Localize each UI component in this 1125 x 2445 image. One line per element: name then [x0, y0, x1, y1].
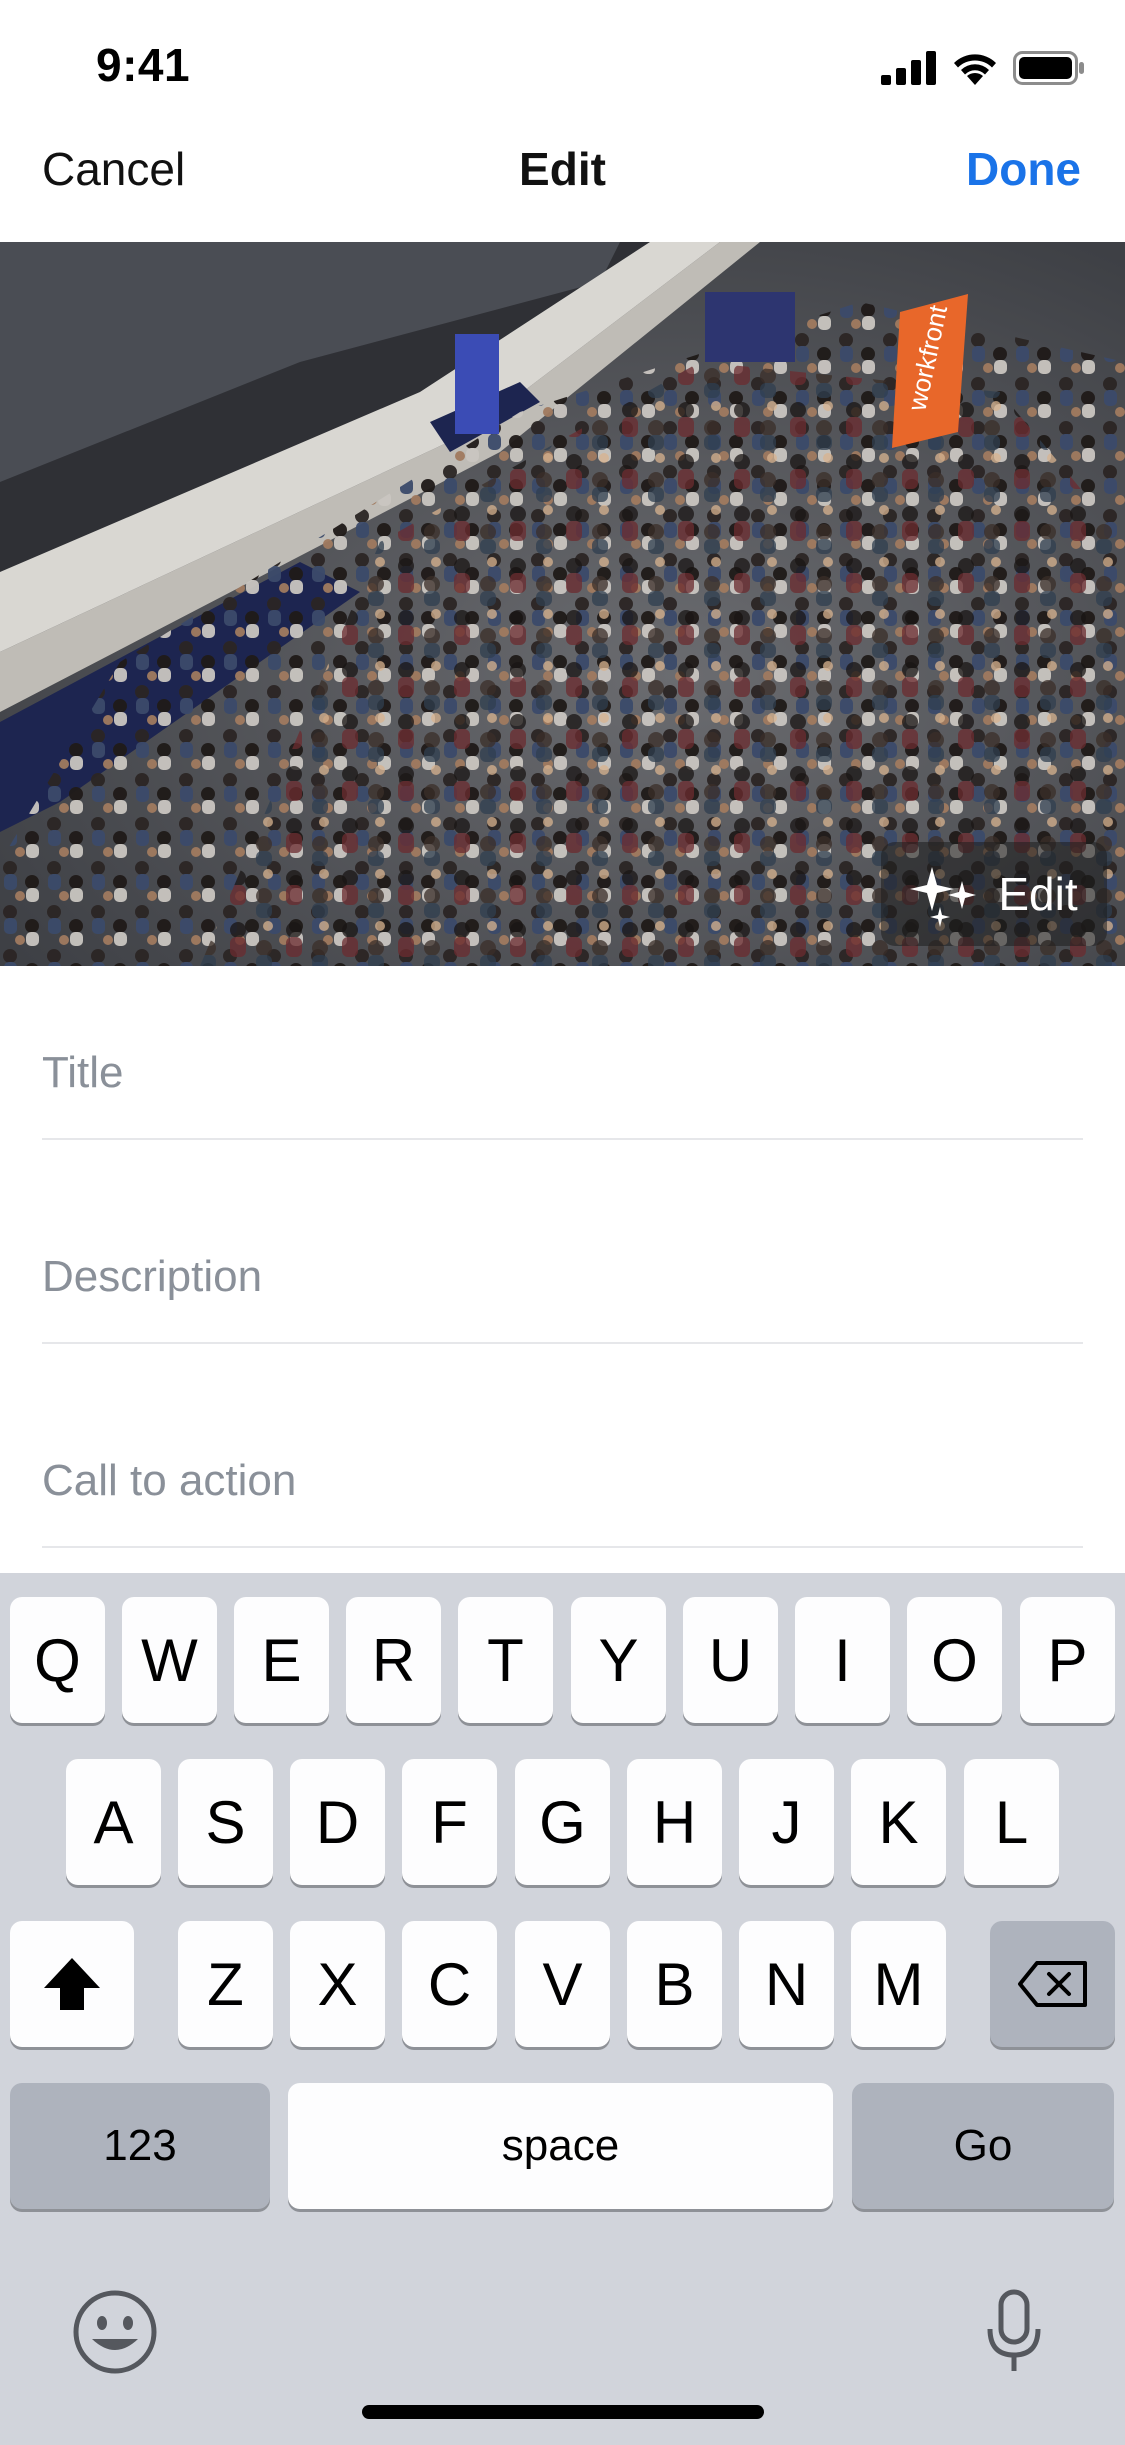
emoji-icon — [73, 2290, 157, 2374]
key-c[interactable]: C — [402, 1921, 497, 2047]
key-l[interactable]: L — [964, 1759, 1059, 1885]
cancel-button[interactable]: Cancel — [42, 142, 185, 196]
delete-key[interactable] — [990, 1921, 1115, 2047]
description-input[interactable] — [42, 1252, 1083, 1302]
go-key[interactable]: Go — [852, 2083, 1114, 2209]
keyboard-row-1: Q W E R T Y U I O P — [0, 1597, 1125, 1723]
shift-icon — [44, 1958, 100, 2010]
status-icons — [881, 48, 1085, 88]
key-a[interactable]: A — [66, 1759, 161, 1885]
key-h[interactable]: H — [627, 1759, 722, 1885]
description-field-container — [42, 1140, 1083, 1344]
key-f[interactable]: F — [402, 1759, 497, 1885]
call-to-action-input[interactable] — [42, 1456, 1083, 1506]
key-b[interactable]: B — [627, 1921, 722, 2047]
sparkles-icon — [910, 867, 977, 927]
shift-key[interactable] — [10, 1921, 134, 2047]
key-z[interactable]: Z — [178, 1921, 273, 2047]
dictation-button[interactable] — [984, 2289, 1044, 2375]
key-e[interactable]: E — [234, 1597, 329, 1723]
key-y[interactable]: Y — [571, 1597, 666, 1723]
status-bar: 9:41 — [0, 0, 1125, 132]
keyboard: Q W E R T Y U I O P A S D F G H J K L Z … — [0, 1573, 1125, 2445]
numbers-key[interactable]: 123 — [10, 2083, 270, 2209]
key-o[interactable]: O — [907, 1597, 1002, 1723]
event-photo: workfront Edit — [0, 242, 1125, 966]
keyboard-row-2: A S D F G H J K L — [0, 1759, 1125, 1885]
key-j[interactable]: J — [739, 1759, 834, 1885]
navigation-bar: Edit Cancel Done — [0, 132, 1125, 242]
wifi-icon — [954, 54, 996, 85]
key-n[interactable]: N — [739, 1921, 834, 2047]
photo-edit-label: Edit — [998, 868, 1078, 920]
key-v[interactable]: V — [515, 1921, 610, 2047]
key-w[interactable]: W — [122, 1597, 217, 1723]
status-time: 9:41 — [96, 39, 191, 91]
keyboard-row-3: Z X C V B N M — [0, 1921, 1125, 2047]
space-key[interactable]: space — [288, 2083, 833, 2209]
emoji-button[interactable] — [72, 2289, 158, 2375]
key-r[interactable]: R — [346, 1597, 441, 1723]
done-button[interactable]: Done — [966, 142, 1081, 196]
key-d[interactable]: D — [290, 1759, 385, 1885]
key-g[interactable]: G — [515, 1759, 610, 1885]
photo-edit-button[interactable]: Edit — [881, 842, 1107, 946]
battery-icon — [1013, 51, 1084, 85]
key-u[interactable]: U — [683, 1597, 778, 1723]
key-k[interactable]: K — [851, 1759, 946, 1885]
title-input[interactable] — [42, 1048, 1083, 1098]
key-m[interactable]: M — [851, 1921, 946, 2047]
title-field-container — [42, 936, 1083, 1140]
microphone-icon — [987, 2289, 1041, 2371]
keyboard-row-4: 123 space Go — [0, 2083, 1125, 2209]
key-x[interactable]: X — [290, 1921, 385, 2047]
home-indicator — [362, 2405, 764, 2419]
key-p[interactable]: P — [1020, 1597, 1115, 1723]
delete-backspace-icon — [1017, 1961, 1087, 2007]
call-to-action-field-container — [42, 1344, 1083, 1548]
key-i[interactable]: I — [795, 1597, 890, 1723]
key-s[interactable]: S — [178, 1759, 273, 1885]
cellular-signal-icon — [881, 51, 936, 85]
key-q[interactable]: Q — [10, 1597, 105, 1723]
key-t[interactable]: T — [458, 1597, 553, 1723]
